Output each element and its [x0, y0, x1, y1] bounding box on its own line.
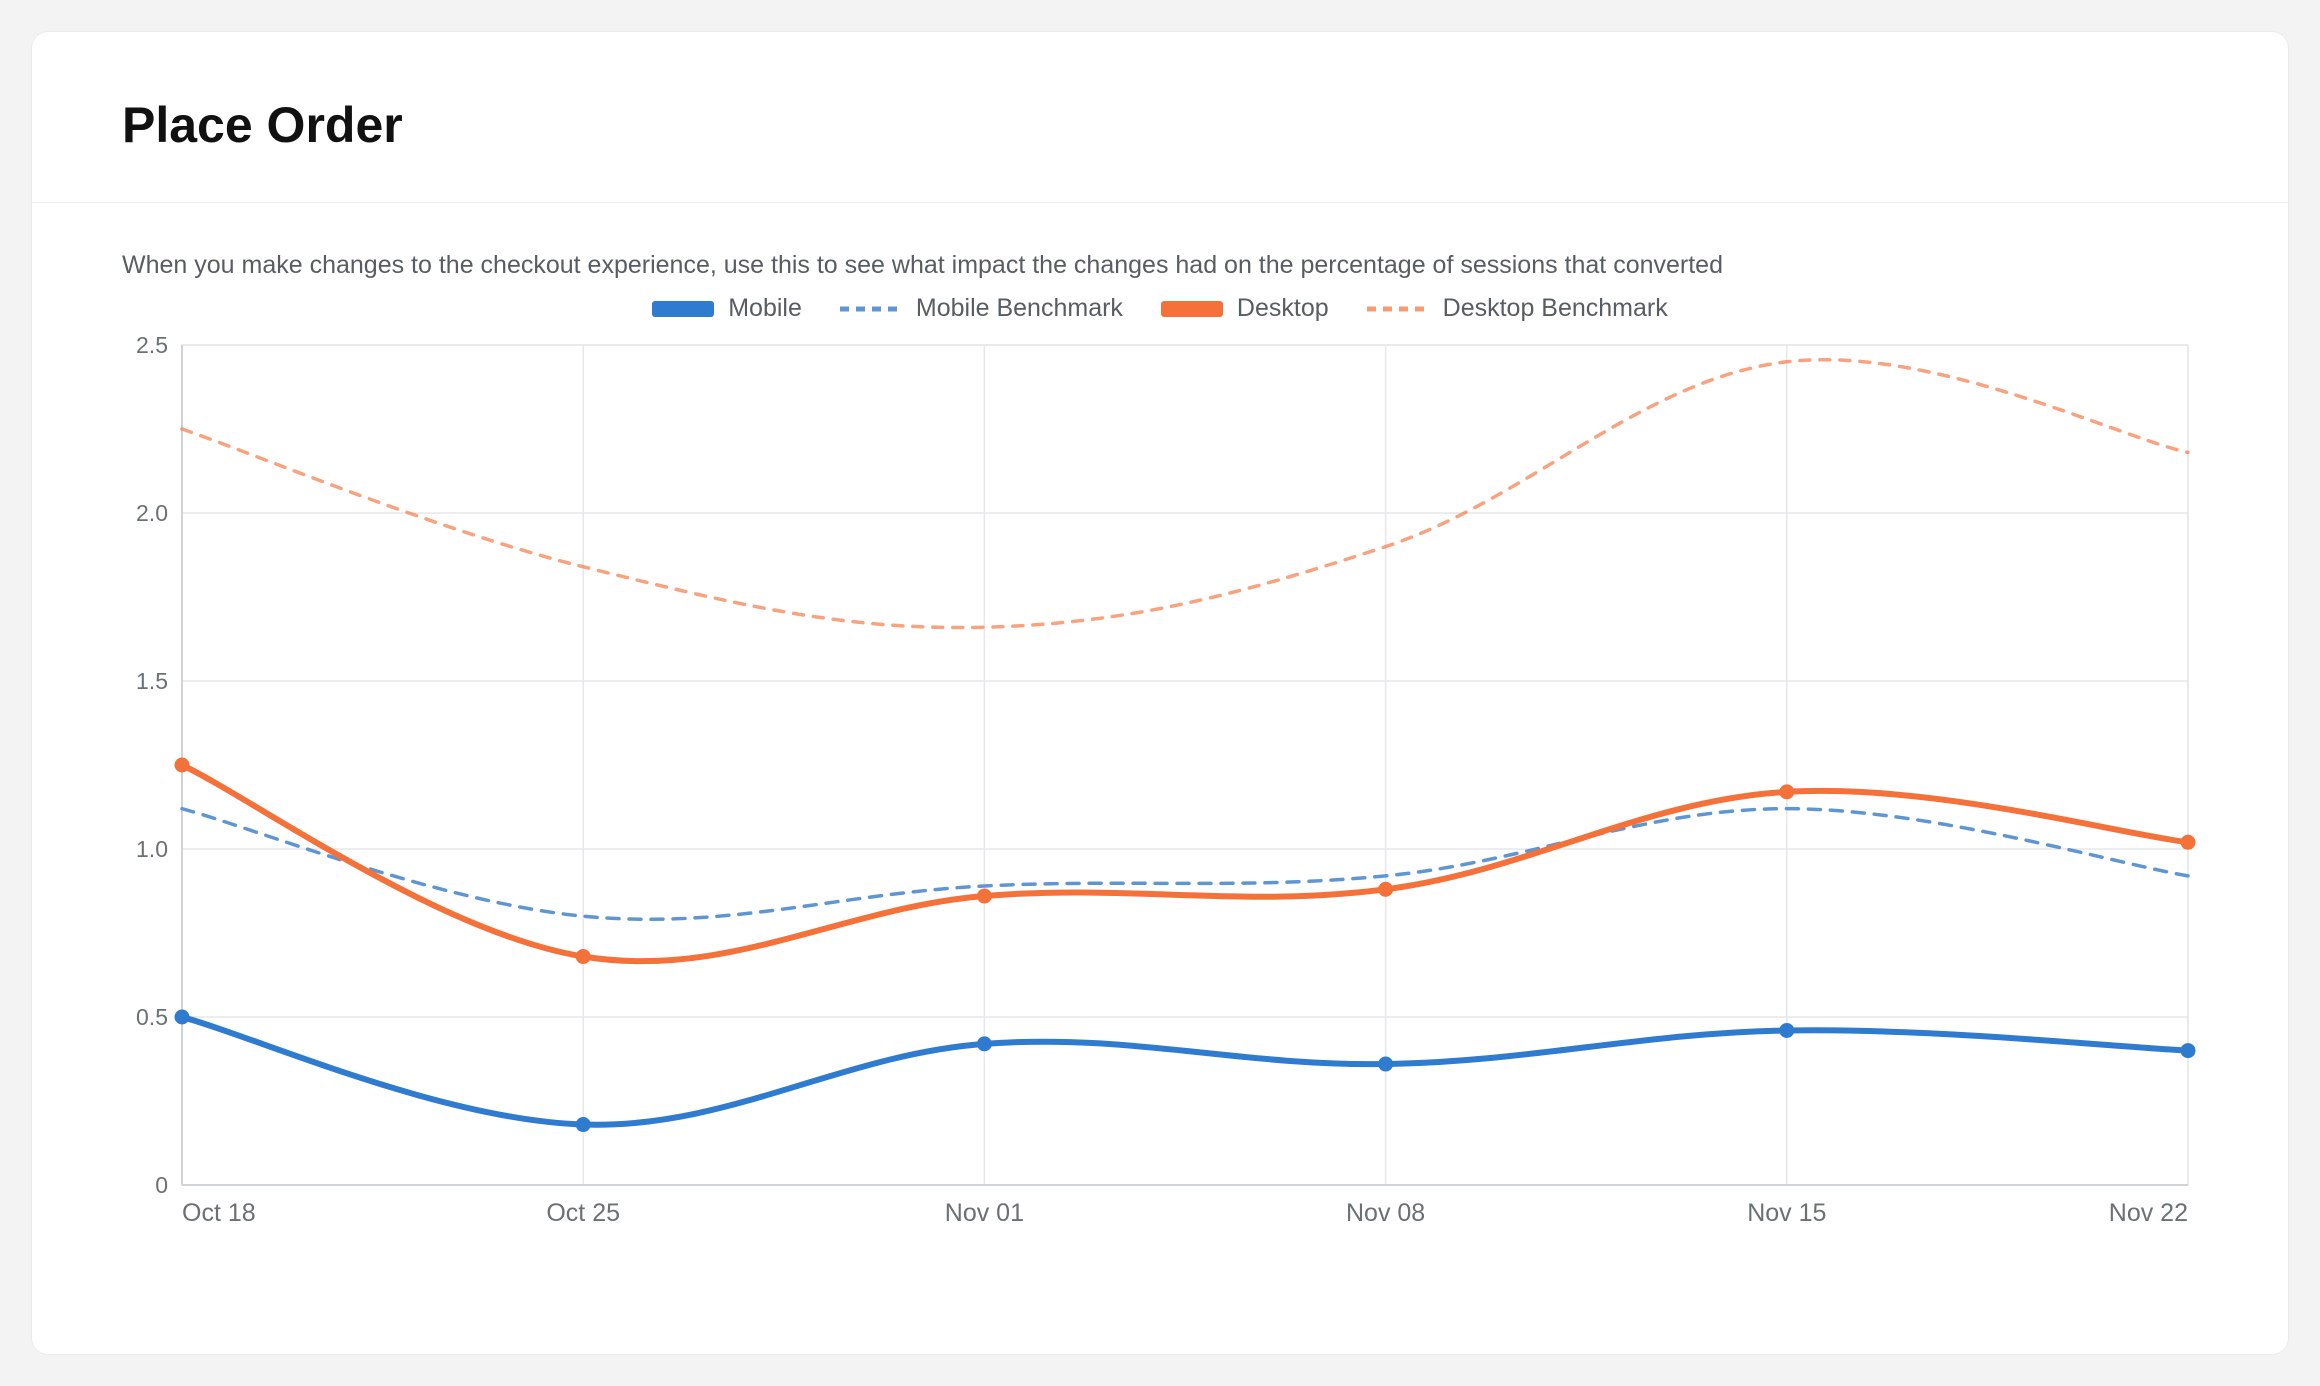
legend-label: Mobile	[728, 294, 802, 323]
svg-text:0: 0	[155, 1172, 168, 1198]
svg-text:Oct 25: Oct 25	[546, 1199, 620, 1227]
svg-text:1.0: 1.0	[136, 836, 168, 862]
chart-card: Place Order When you make changes to the…	[32, 32, 2288, 1354]
legend-item-desktop-benchmark[interactable]: Desktop Benchmark	[1367, 294, 1668, 323]
legend-swatch-desktop	[1161, 301, 1223, 317]
legend-swatch-mobile-benchmark	[840, 301, 902, 317]
svg-text:0.5: 0.5	[136, 1004, 168, 1030]
legend-label: Mobile Benchmark	[916, 294, 1123, 323]
chart-legend: Mobile Mobile Benchmark Desktop Desktop …	[122, 294, 2198, 323]
svg-text:Nov 22: Nov 22	[2109, 1199, 2188, 1227]
svg-text:Nov 15: Nov 15	[1747, 1199, 1826, 1227]
chart-area: 0 0.5 1.0 1.5 2.0 2.5 Oct 18 Oct 25 Nov 01 Nov 08…	[122, 335, 2198, 1245]
legend-label: Desktop	[1237, 294, 1329, 323]
legend-label: Desktop Benchmark	[1443, 294, 1668, 323]
svg-text:Nov 01: Nov 01	[945, 1199, 1024, 1227]
svg-text:1.5: 1.5	[136, 668, 168, 694]
legend-item-mobile-benchmark[interactable]: Mobile Benchmark	[840, 294, 1123, 323]
svg-text:2.0: 2.0	[136, 500, 168, 526]
card-body: When you make changes to the checkout ex…	[32, 203, 2288, 1285]
legend-swatch-desktop-benchmark	[1367, 301, 1429, 317]
svg-text:Nov 08: Nov 08	[1346, 1199, 1425, 1227]
svg-text:Oct 18: Oct 18	[182, 1199, 256, 1227]
svg-text:2.5: 2.5	[136, 335, 168, 358]
legend-swatch-mobile	[652, 301, 714, 317]
page-title: Place Order	[122, 96, 2198, 154]
line-chart: 0 0.5 1.0 1.5 2.0 2.5 Oct 18 Oct 25 Nov 01 Nov 08…	[122, 335, 2198, 1245]
legend-item-mobile[interactable]: Mobile	[652, 294, 802, 323]
chart-description: When you make changes to the checkout ex…	[122, 251, 2198, 280]
card-header: Place Order	[32, 32, 2288, 202]
legend-item-desktop[interactable]: Desktop	[1161, 294, 1329, 323]
